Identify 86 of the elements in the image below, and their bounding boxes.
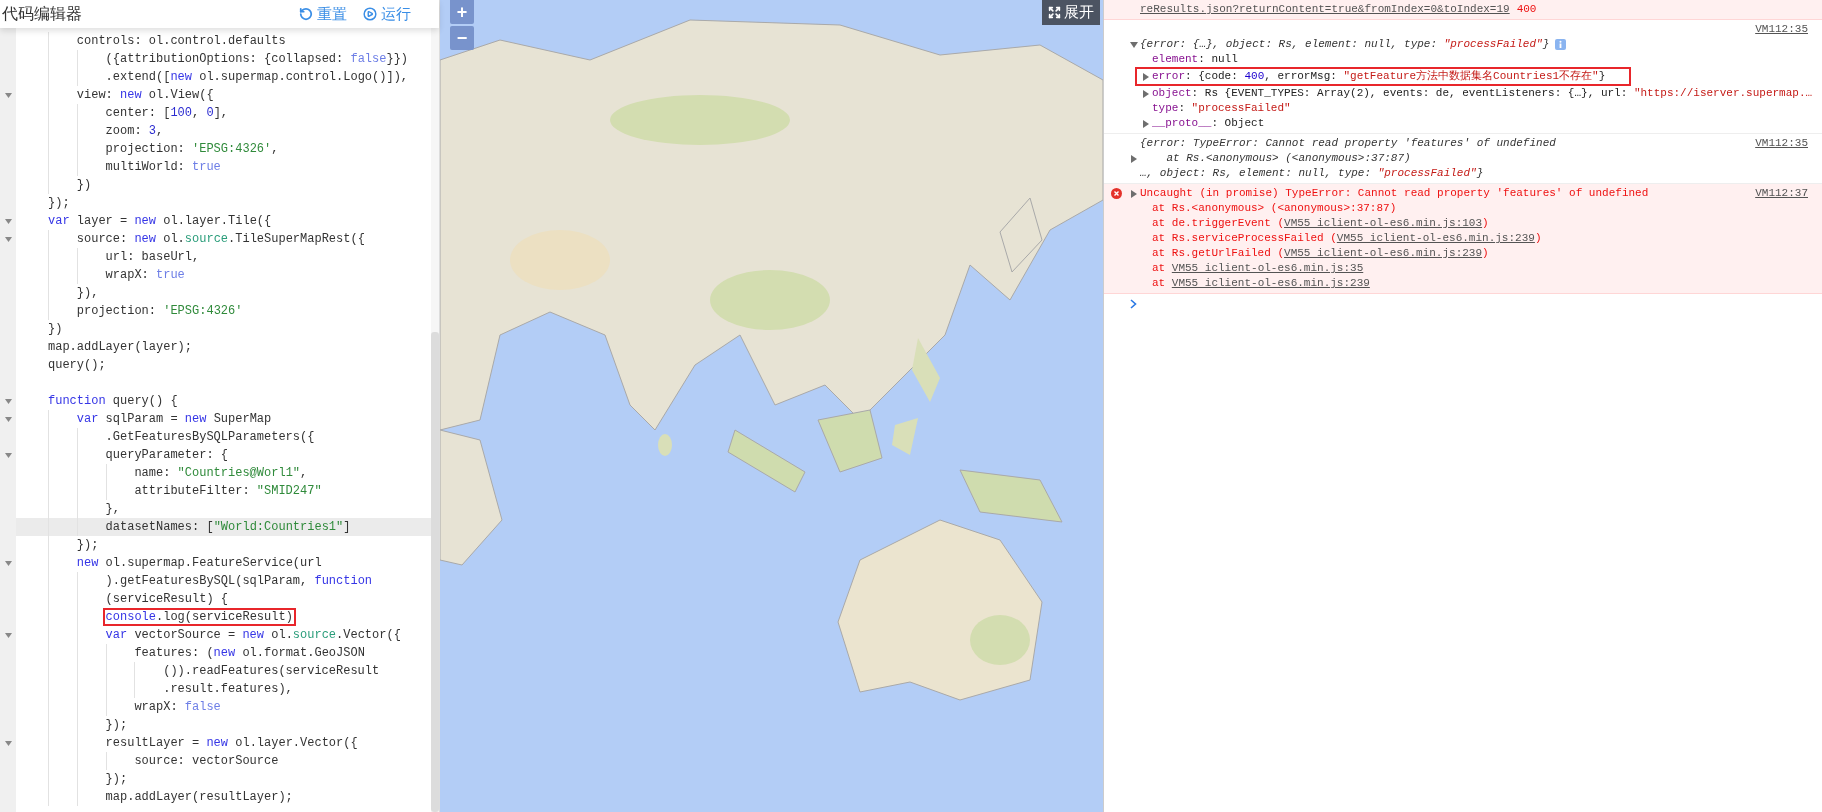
console-text: at Rs.<anonymous> (<anonymous>:37:87) bbox=[1165, 151, 1411, 166]
collapse-arrow-icon[interactable] bbox=[1143, 89, 1149, 98]
run-button[interactable]: 运行 bbox=[363, 2, 411, 26]
code-line: zoom: 3, bbox=[105, 124, 164, 138]
expand-button[interactable]: 展开 bbox=[1042, 0, 1100, 25]
source-link[interactable]: VM112:35 bbox=[1755, 22, 1808, 37]
code-line: wrapX: true bbox=[105, 268, 185, 282]
code-line: ).getFeaturesBySQL(sqlParam, function bbox=[105, 574, 373, 588]
code-line: }); bbox=[76, 538, 99, 552]
code-line: var layer = new ol.layer.Tile({ bbox=[48, 214, 272, 228]
code-line: wrapX: false bbox=[134, 700, 221, 714]
fold-arrow-icon[interactable] bbox=[4, 416, 12, 422]
code-line: resultLayer = new ol.layer.Vector({ bbox=[105, 736, 358, 750]
code-line: center: [100, 0], bbox=[105, 106, 229, 120]
code-line: source: vectorSource bbox=[134, 754, 279, 768]
code-line: }, bbox=[105, 502, 120, 516]
expand-arrow-icon[interactable] bbox=[1130, 41, 1138, 48]
code-line: datasetNames: ["World:Countries1"] bbox=[105, 520, 351, 534]
source-link[interactable]: VM112:35 bbox=[1755, 136, 1808, 151]
fold-arrow-icon[interactable] bbox=[4, 740, 12, 746]
code-line: new ol.supermap.FeatureService(url bbox=[76, 556, 322, 570]
console-text: type: "processFailed" bbox=[1152, 101, 1291, 116]
code-line: view: new ol.View({ bbox=[76, 88, 214, 102]
code-line: (serviceResult) { bbox=[105, 592, 228, 606]
console-text: {error: {…}, object: Rs, element: null, type: "processFailed"} bbox=[1140, 37, 1550, 52]
console-text: at de.triggerEvent (VM55 iclient-ol-es6.min.js:103) bbox=[1152, 216, 1489, 231]
code-line: queryParameter: { bbox=[105, 448, 228, 462]
collapse-arrow-icon[interactable] bbox=[1131, 154, 1137, 163]
console-text: {error: TypeError: Cannot read property 'features' of undefined bbox=[1140, 136, 1556, 151]
fold-arrow-icon[interactable] bbox=[4, 632, 12, 638]
console-text: …, object: Rs, element: null, type: "processFailed"} bbox=[1140, 166, 1484, 181]
collapse-arrow-icon[interactable] bbox=[1143, 119, 1149, 128]
fold-arrow-icon[interactable] bbox=[4, 398, 12, 404]
console-text: __proto__: Object bbox=[1152, 116, 1265, 131]
expand-icon bbox=[1048, 6, 1061, 19]
fold-arrow-icon[interactable] bbox=[4, 560, 12, 566]
code-line: .extend([new ol.supermap.control.Logo()]), bbox=[105, 70, 409, 84]
console-text: Uncaught (in promise) TypeError: Cannot read property 'features' of undefined bbox=[1140, 186, 1649, 201]
code-line: features: (new ol.format.GeoJSON bbox=[134, 646, 365, 660]
console-text: reResults.json?returnContent=true&fromIndex=0&toIndex=19 400 bbox=[1140, 2, 1537, 17]
source-link[interactable]: VM112:37 bbox=[1755, 186, 1808, 201]
fold-arrow-icon[interactable] bbox=[4, 218, 12, 224]
code-line: multiWorld: true bbox=[105, 160, 221, 174]
reset-button[interactable]: 重置 bbox=[299, 2, 347, 26]
info-icon[interactable] bbox=[1555, 39, 1567, 50]
console-text: at Rs.serviceProcessFailed (VM55 iclient-ol-es6.min.js:239) bbox=[1152, 231, 1542, 246]
scrollbar-thumb[interactable] bbox=[431, 332, 439, 812]
code-line: }), bbox=[76, 286, 99, 300]
console-text: element: null bbox=[1152, 52, 1238, 67]
code-line: query(); bbox=[48, 358, 106, 372]
collapse-arrow-icon[interactable] bbox=[1143, 72, 1149, 81]
code-line: function query() { bbox=[48, 394, 178, 408]
fold-arrow-icon[interactable] bbox=[4, 452, 12, 458]
prompt-chevron-icon bbox=[1130, 299, 1137, 309]
code-line: }); bbox=[105, 772, 128, 786]
editor-title: 代码编辑器 bbox=[2, 4, 82, 24]
code-line: attributeFilter: "SMID247" bbox=[134, 484, 322, 498]
console-text: at VM55 iclient-ol-es6.min.js:239 bbox=[1152, 276, 1370, 291]
code-line: }); bbox=[105, 718, 128, 732]
code-line: controls: ol.control.defaults bbox=[76, 34, 286, 48]
console-text: error: {code: 400, errorMsg: "getFeature方法中数据集名Countries1不存在"} bbox=[1152, 69, 1606, 84]
code-line: ()).readFeatures(serviceResult bbox=[163, 664, 380, 678]
code-line: }) bbox=[48, 322, 63, 336]
code-line: projection: 'EPSG:4326' bbox=[76, 304, 243, 318]
code-line: url: baseUrl, bbox=[105, 250, 200, 264]
code-line: name: "Countries@Worl1", bbox=[134, 466, 308, 480]
code-line: map.addLayer(layer); bbox=[48, 340, 193, 354]
code-line: source: new ol.source.TileSuperMapRest({ bbox=[76, 232, 365, 246]
code-line: var sqlParam = new SuperMap bbox=[76, 412, 272, 426]
console-text: at Rs.<anonymous> (<anonymous>:37:87) bbox=[1152, 201, 1397, 216]
code-line: ({attributionOptions: {collapsed: false}}) bbox=[105, 52, 409, 66]
console-text: at Rs.getUrlFailed (VM55 iclient-ol-es6.min.js:239) bbox=[1152, 246, 1489, 261]
code-line: .GetFeaturesBySQLParameters({ bbox=[105, 430, 315, 444]
console-text: object: Rs {EVENT_TYPES: Array(2), events: de, eventListeners: {…}, url: "https://iserver.supermap.… bbox=[1152, 86, 1813, 101]
code-line: map.addLayer(resultLayer); bbox=[105, 790, 293, 804]
play-icon bbox=[363, 7, 377, 21]
fold-arrow-icon[interactable] bbox=[4, 236, 12, 242]
code-line: projection: 'EPSG:4326', bbox=[105, 142, 279, 156]
code-line: }) bbox=[76, 178, 92, 192]
fold-arrow-icon[interactable] bbox=[4, 92, 12, 98]
code-line: }); bbox=[48, 196, 70, 210]
code-line: .result.features), bbox=[163, 682, 293, 696]
console-text: at VM55 iclient-ol-es6.min.js:35 bbox=[1152, 261, 1364, 276]
undo-arrow-icon bbox=[299, 7, 313, 21]
collapse-arrow-icon[interactable] bbox=[1131, 189, 1137, 198]
code-line: var vectorSource = new ol.source.Vector({ bbox=[105, 628, 401, 642]
